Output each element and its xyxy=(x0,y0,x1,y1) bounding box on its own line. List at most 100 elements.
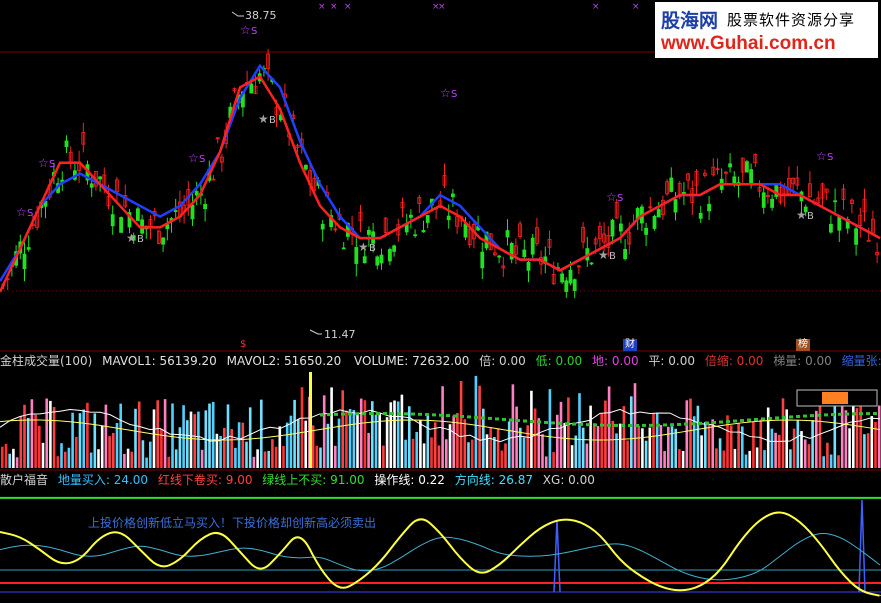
volume-band-dot xyxy=(733,419,737,423)
volume-bar xyxy=(507,421,511,468)
volume-bar xyxy=(45,398,48,468)
candle-body xyxy=(392,245,397,252)
candle-body xyxy=(26,247,31,250)
volume-bar xyxy=(359,398,363,468)
candle-body xyxy=(589,262,594,265)
volume-bar xyxy=(315,445,319,468)
volume-band-dot xyxy=(803,414,807,418)
candle-body xyxy=(341,247,346,250)
sell-star-icon: ☆ xyxy=(816,149,827,163)
volume-band-dot xyxy=(684,422,688,426)
candle-body xyxy=(463,223,468,238)
volume-bar xyxy=(71,412,74,468)
vol-field: 缩量张: 0.00 xyxy=(841,354,881,368)
volume-bar xyxy=(704,422,707,468)
volume-band-dot xyxy=(775,416,779,420)
sell-star-icon: ☆ xyxy=(240,23,251,37)
vol-field: 梯量: 0.00 xyxy=(773,354,832,368)
volume-band-dot xyxy=(334,412,338,416)
volume-bar xyxy=(840,400,844,468)
volume-bar xyxy=(67,447,71,468)
volume-bar xyxy=(500,450,504,468)
candle-body xyxy=(564,280,569,292)
volume-bar xyxy=(348,408,352,468)
volume-bar xyxy=(297,419,300,468)
mavol2-line xyxy=(0,419,881,441)
volume-bar xyxy=(441,386,444,468)
volume-bar xyxy=(274,446,278,468)
volume-bar xyxy=(304,420,307,468)
volume-bar xyxy=(792,428,796,468)
volume-bar xyxy=(363,400,367,468)
volume-band-dot xyxy=(509,418,513,422)
volume-bar xyxy=(356,413,359,468)
volume-bar xyxy=(533,408,537,468)
candle-body xyxy=(572,279,577,291)
volume-bar xyxy=(63,451,67,468)
volume-bar xyxy=(149,441,152,468)
volume-bar xyxy=(493,437,496,468)
mark-rank: 榜 xyxy=(796,339,810,351)
candle-body xyxy=(833,200,837,203)
candle-body xyxy=(526,261,531,271)
volume-band-dot xyxy=(369,412,373,416)
sell-star-icon: ☆ xyxy=(606,190,617,204)
volume-bar xyxy=(707,425,711,468)
volume-bar xyxy=(593,423,596,468)
volume-bar xyxy=(752,421,755,468)
volume-band-dot xyxy=(383,412,387,416)
volume-band-dot xyxy=(411,412,415,416)
volume-bar xyxy=(241,422,245,468)
volume-band-dot xyxy=(838,412,842,416)
volume-band-dot xyxy=(348,412,352,416)
volume-bar xyxy=(100,425,104,468)
chart-canvas[interactable]: ☆ S ☆ S☆ S☆ S☆ S☆ S☆ S★ B★ B★ B ★ B★ B× × × ×× × × xyxy=(0,0,881,603)
volume-bar xyxy=(178,427,182,468)
candle-body xyxy=(98,176,102,180)
osc-field: 地量买入: 24.00 xyxy=(57,473,149,487)
volume-band-dot xyxy=(586,423,590,427)
volume-bar xyxy=(326,423,330,468)
oscillator-header: 散户福音 地量买入: 24.00 红线下卷买: 9.00 绿线上不买: 91.0… xyxy=(0,472,601,488)
candle-body xyxy=(656,209,661,218)
volume-bar xyxy=(744,454,748,468)
sell-signal-label: S xyxy=(251,26,257,37)
volume-bar xyxy=(796,419,800,468)
logo-tagline: 股票软件资源分享 xyxy=(727,11,856,29)
candle-body xyxy=(119,217,123,233)
buy-star-icon: ★ xyxy=(358,240,369,254)
volume-band-dot xyxy=(656,423,660,427)
volume-band-dot xyxy=(460,414,464,418)
low-pointer xyxy=(309,329,322,335)
volume-bar xyxy=(234,447,237,468)
sell-star-icon: ☆ xyxy=(440,86,451,100)
volume-band-dot xyxy=(698,421,702,425)
volume-bar xyxy=(334,445,337,468)
top-marker: × xyxy=(438,2,446,12)
candle-body xyxy=(610,219,615,237)
buy-signal-label: B xyxy=(269,115,276,126)
volume-bar xyxy=(248,407,252,468)
volume-bar xyxy=(755,447,759,468)
candle-body xyxy=(829,223,833,233)
candle-body xyxy=(22,253,27,270)
volume-bar xyxy=(4,443,8,468)
volume-bar xyxy=(319,447,322,468)
buy-star-icon: ★ xyxy=(258,112,269,126)
volume-bar xyxy=(200,449,204,468)
volume-bar xyxy=(818,402,822,468)
volume-band-dot xyxy=(481,416,485,420)
volume-bar xyxy=(82,409,85,468)
volume-bar xyxy=(12,448,15,468)
volume-bar xyxy=(559,401,563,468)
volume-bar xyxy=(855,408,859,468)
volume-band-dot xyxy=(607,423,611,427)
buy-star-icon: ★ xyxy=(796,208,807,222)
vol-field: 平: 0.00 xyxy=(648,354,695,368)
candle-body xyxy=(161,237,166,245)
high-price-label: 38.75 xyxy=(245,9,277,22)
volume-bar xyxy=(829,454,833,468)
volume-bar xyxy=(800,431,803,468)
volume-bar xyxy=(630,396,633,468)
osc-field: 绿线上不买: 91.00 xyxy=(262,473,365,487)
